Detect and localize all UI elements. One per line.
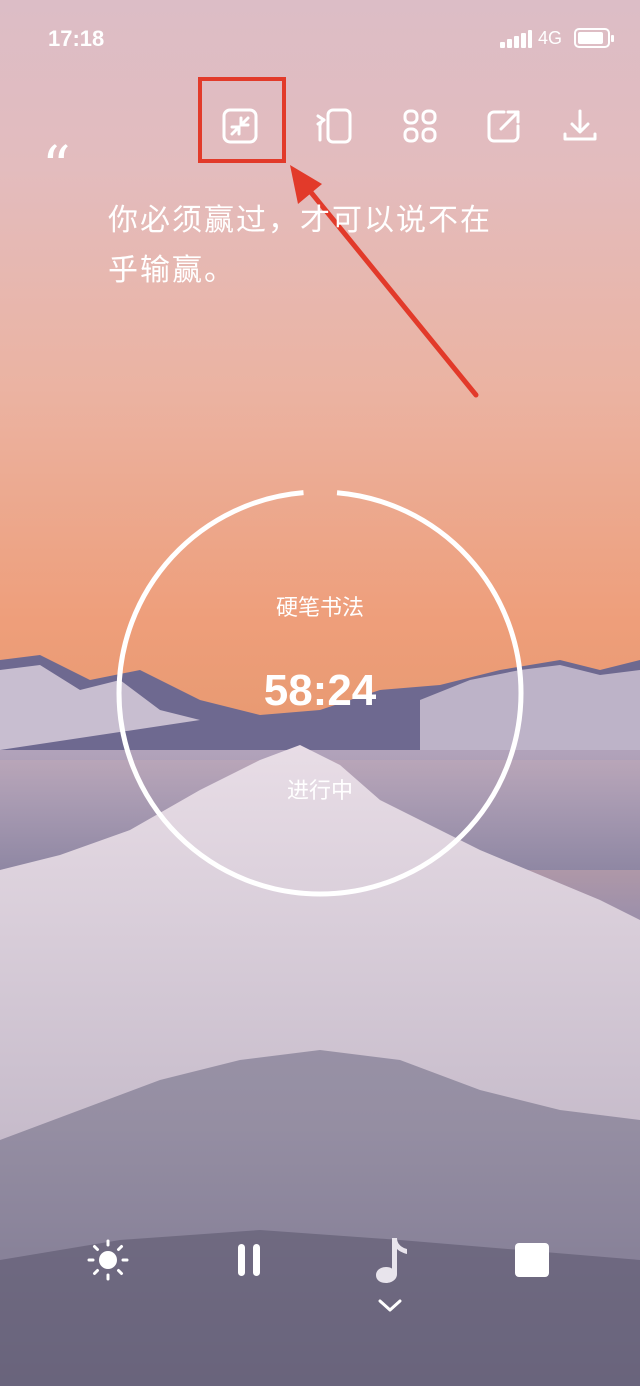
quote-text: 你必须赢过，才可以说不在 乎输赢。 bbox=[108, 196, 548, 296]
download-icon bbox=[563, 109, 597, 141]
brightness-icon bbox=[87, 1239, 129, 1281]
download-button[interactable] bbox=[554, 100, 606, 152]
grid-apps-icon bbox=[403, 109, 437, 143]
grid-apps-button[interactable] bbox=[394, 100, 446, 152]
bottom-controls bbox=[0, 1220, 640, 1340]
rotate-screen-icon bbox=[316, 108, 352, 144]
annotation-highlight-box bbox=[198, 77, 286, 163]
brightness-button[interactable] bbox=[80, 1232, 136, 1288]
battery-icon bbox=[574, 28, 614, 48]
timer-countdown: 58:24 bbox=[263, 666, 377, 715]
pause-icon bbox=[238, 1244, 260, 1276]
top-toolbar bbox=[0, 90, 640, 160]
share-icon bbox=[487, 110, 520, 143]
quote-mark: “ bbox=[42, 135, 71, 200]
chevron-down-icon bbox=[378, 1299, 402, 1312]
status-time: 17:18 bbox=[48, 26, 105, 51]
music-note-icon bbox=[376, 1238, 407, 1283]
network-type: 4G bbox=[538, 28, 563, 48]
share-button[interactable] bbox=[478, 100, 530, 152]
stop-icon bbox=[515, 1243, 549, 1277]
music-button[interactable] bbox=[362, 1232, 418, 1288]
quote-line-1: 你必须赢过，才可以说不在 bbox=[108, 203, 492, 238]
rotate-screen-button[interactable] bbox=[308, 100, 360, 152]
signal-icon bbox=[500, 30, 532, 48]
timer-status: 进行中 bbox=[286, 779, 353, 804]
collapse-button[interactable] bbox=[372, 1292, 408, 1320]
timer-task-name: 硬笔书法 bbox=[275, 596, 364, 621]
status-bar: 17:18 4G bbox=[0, 0, 640, 80]
pause-button[interactable] bbox=[220, 1232, 276, 1288]
stop-button[interactable] bbox=[504, 1232, 560, 1288]
quote-line-2: 乎输赢。 bbox=[108, 253, 236, 288]
battery-level bbox=[578, 32, 604, 44]
